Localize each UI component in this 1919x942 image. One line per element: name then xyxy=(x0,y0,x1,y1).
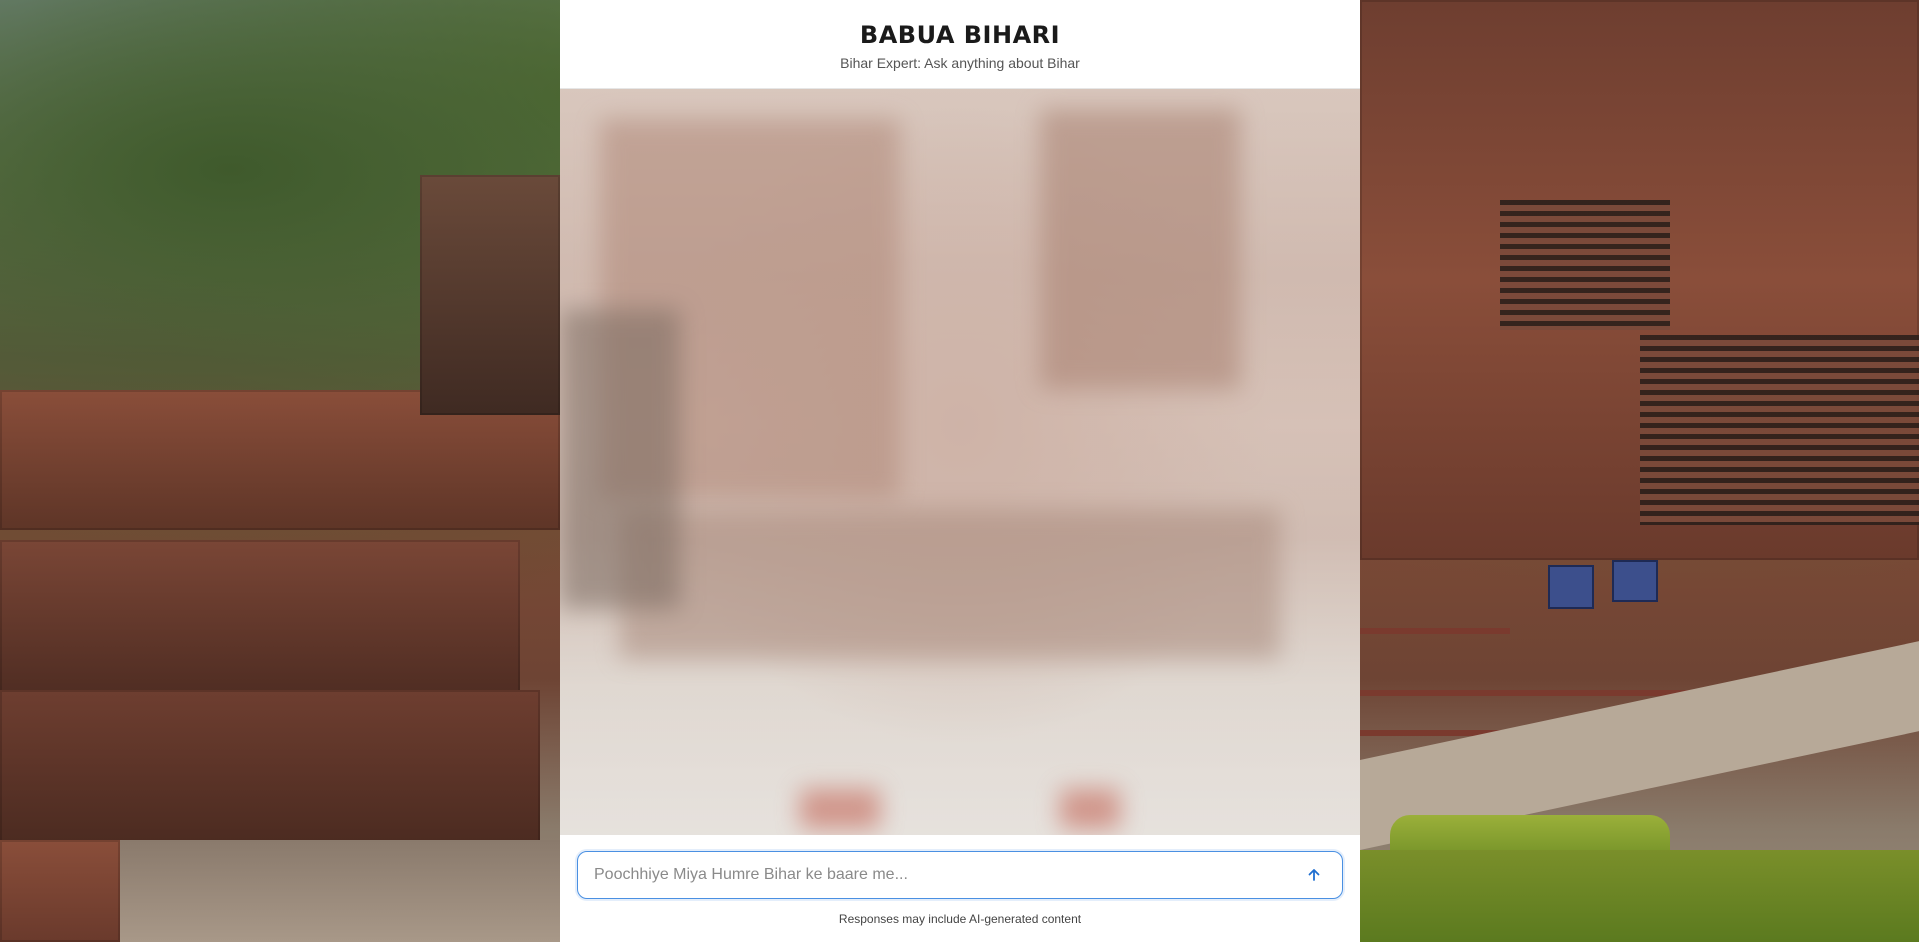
send-button[interactable] xyxy=(1300,861,1328,889)
chat-panel: BABUA BIHARI Bihar Expert: Ask anything … xyxy=(560,0,1360,942)
app-title: BABUA BIHARI xyxy=(859,21,1061,49)
chat-input-container[interactable] xyxy=(577,851,1343,899)
ai-disclaimer: Responses may include AI-generated conte… xyxy=(838,912,1082,926)
chat-footer: Responses may include AI-generated conte… xyxy=(560,835,1360,942)
app-subtitle: Bihar Expert: Ask anything about Bihar xyxy=(840,55,1080,71)
chat-messages-area[interactable] xyxy=(560,89,1360,835)
chat-input[interactable] xyxy=(592,865,1300,885)
app-header: BABUA BIHARI Bihar Expert: Ask anything … xyxy=(560,0,1360,89)
arrow-up-icon xyxy=(1308,869,1320,881)
page: BABUA BIHARI Bihar Expert: Ask anything … xyxy=(0,0,1919,942)
